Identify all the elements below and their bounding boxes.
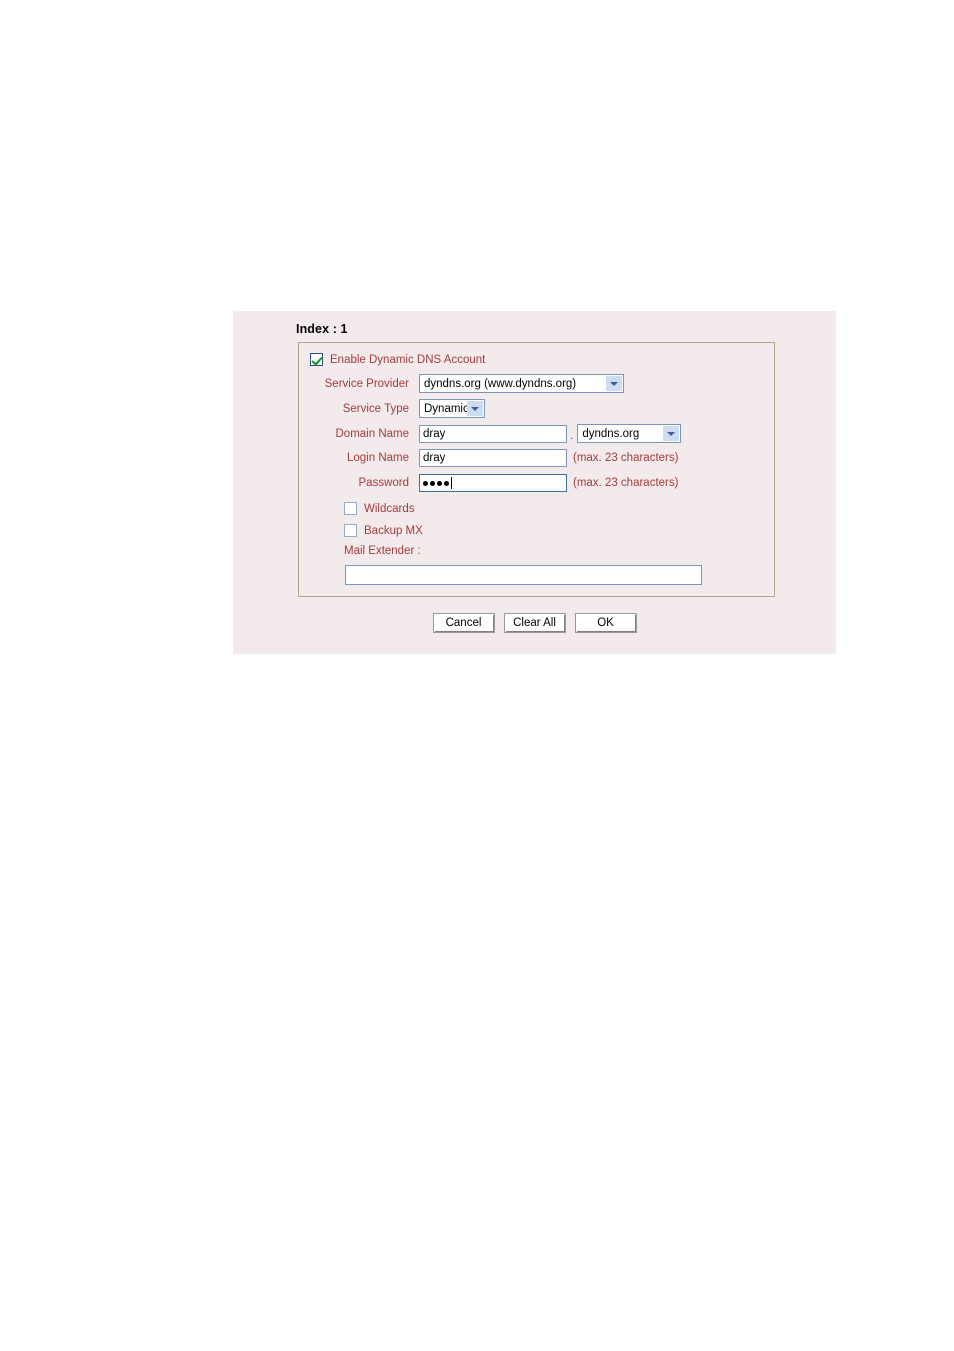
mail-extender-input[interactable]: [345, 565, 702, 585]
domain-suffix-value: dyndns.org: [582, 427, 640, 440]
password-hint: (max. 23 characters): [573, 477, 679, 489]
service-provider-label: Service Provider: [324, 377, 409, 390]
password-label: Password: [358, 477, 410, 489]
form-button-bar: Cancel Clear All OK: [233, 613, 836, 633]
backup-mx-row[interactable]: Backup MX: [344, 524, 423, 537]
mail-extender-label: Mail Extender :: [344, 545, 421, 557]
domain-name-input[interactable]: [419, 424, 567, 443]
service-type-value: Dynamic: [424, 402, 469, 415]
backup-mx-label: Backup MX: [364, 524, 423, 537]
service-type-select[interactable]: Dynamic: [419, 399, 485, 418]
login-name-hint: (max. 23 characters): [573, 452, 679, 464]
enable-dynamic-dns-label: Enable Dynamic DNS Account: [330, 353, 486, 366]
cancel-button[interactable]: Cancel: [432, 613, 495, 633]
service-type-label: Service Type: [342, 402, 409, 415]
service-provider-row: Service Provider dyndns.org (www.dyndns.…: [299, 374, 624, 393]
enable-dynamic-dns-row[interactable]: Enable Dynamic DNS Account: [310, 353, 485, 366]
password-input[interactable]: [419, 474, 567, 492]
dynamic-dns-account-panel: Index : 1 Enable Dynamic DNS Account Ser…: [233, 311, 836, 654]
mail-extender-label-row: Mail Extender :: [344, 545, 421, 557]
service-provider-value: dyndns.org (www.dyndns.org): [424, 377, 577, 390]
password-masked-value: [420, 480, 449, 486]
login-name-label: Login Name: [346, 452, 409, 464]
page-title: Index : 1: [296, 322, 348, 336]
chevron-down-icon[interactable]: [663, 426, 680, 441]
chevron-down-icon[interactable]: [467, 401, 483, 416]
domain-name-row: Domain Name . dyndns.org: [299, 424, 682, 443]
ok-button[interactable]: OK: [574, 613, 637, 633]
login-name-row: Login Name (max. 23 characters): [299, 449, 678, 467]
login-name-input[interactable]: [419, 449, 567, 467]
domain-separator: .: [570, 428, 574, 442]
chevron-down-icon[interactable]: [606, 376, 622, 391]
enable-dynamic-dns-checkbox[interactable]: [310, 353, 323, 366]
text-caret: [451, 477, 452, 489]
wildcards-checkbox[interactable]: [344, 502, 357, 515]
wildcards-label: Wildcards: [364, 502, 415, 515]
service-provider-select[interactable]: dyndns.org (www.dyndns.org): [419, 374, 624, 393]
domain-name-label: Domain Name: [335, 427, 410, 440]
clear-all-button[interactable]: Clear All: [503, 613, 566, 633]
backup-mx-checkbox[interactable]: [344, 524, 357, 537]
ddns-form-box: Enable Dynamic DNS Account Service Provi…: [298, 342, 775, 597]
password-row: Password (max. 23 characters): [299, 474, 678, 492]
domain-suffix-select[interactable]: dyndns.org: [577, 424, 682, 443]
service-type-row: Service Type Dynamic: [299, 399, 485, 418]
wildcards-row[interactable]: Wildcards: [344, 502, 414, 515]
